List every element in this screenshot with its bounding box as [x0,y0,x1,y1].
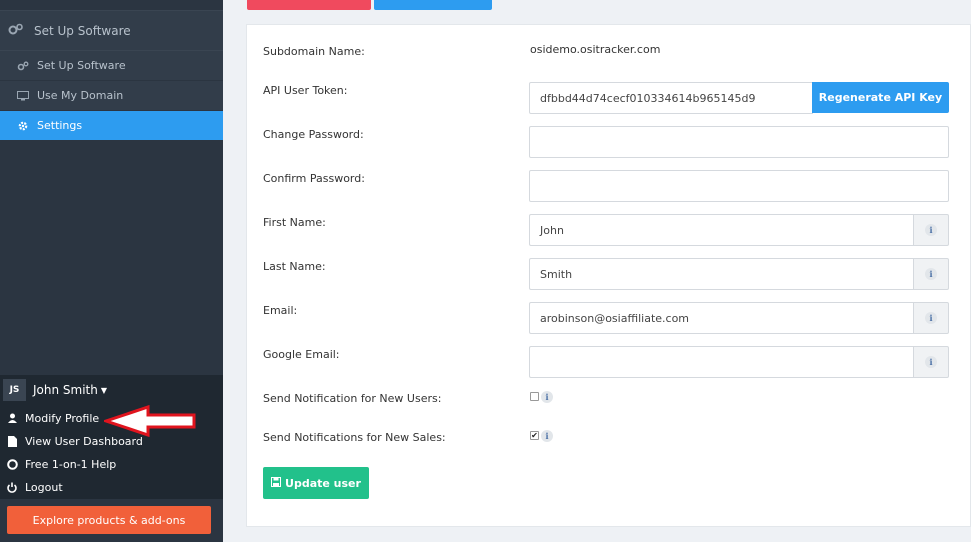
user-icon [5,413,19,423]
info-icon: i [925,312,937,324]
sidebar-section-label: Set Up Software [34,23,131,38]
info-icon[interactable]: i [541,391,553,403]
annotation-arrow-icon [104,405,196,437]
monitor-icon [16,90,30,101]
change-password-label: Change Password: [263,128,364,141]
email-field[interactable]: arobinson@osiaffiliate.com [529,302,913,334]
first-name-field[interactable]: John [529,214,913,246]
sidebar: Set Up Software Set Up Software Use My D… [0,0,223,542]
modify-profile-link[interactable]: Modify Profile [5,409,99,427]
update-user-button[interactable]: Update user [263,467,369,499]
sidebar-item-settings[interactable]: Settings [0,111,223,141]
email-info-addon[interactable]: i [913,302,949,334]
user-dropdown[interactable]: JS John Smith ▼ [3,379,107,401]
menu-item-label: Modify Profile [25,411,100,425]
subdomain-label: Subdomain Name: [263,45,365,58]
change-password-field[interactable] [529,126,949,158]
last-name-label: Last Name: [263,260,326,273]
update-user-label: Update user [285,476,361,490]
regenerate-api-key-button[interactable]: Regenerate API Key [812,82,949,113]
notify-new-sales-label: Send Notifications for New Sales: [263,431,446,444]
free-help-link[interactable]: Free 1-on-1 Help [5,455,116,473]
google-email-info-addon[interactable]: i [913,346,949,378]
google-email-label: Google Email: [263,348,340,361]
notify-new-users-label: Send Notification for New Users: [263,392,442,405]
document-icon [5,435,19,447]
menu-item-label: Logout [25,480,63,494]
last-name-info-addon[interactable]: i [913,258,949,290]
subdomain-value: osidemo.ositracker.com [530,43,661,56]
gears-icon [16,61,30,71]
avatar: JS [3,379,26,401]
info-icon: i [925,268,937,280]
gear-icon [16,121,30,131]
sidebar-item-set-up-software[interactable]: Set Up Software [0,51,223,81]
email-label: Email: [263,304,298,317]
api-token-label: API User Token: [263,84,348,97]
google-email-field[interactable] [529,346,913,378]
info-icon: i [925,356,937,368]
top-blue-button[interactable] [374,0,492,10]
user-settings-panel: Subdomain Name: osidemo.ositracker.com A… [246,24,971,527]
info-icon[interactable]: i [541,430,553,442]
user-menu: JS John Smith ▼ Modify Profile View User… [0,375,223,499]
top-red-button[interactable] [247,0,371,10]
first-name-label: First Name: [263,216,326,229]
gears-icon [8,23,26,38]
lifebuoy-icon [5,458,19,470]
info-icon: i [925,224,937,236]
last-name-field[interactable]: Smith [529,258,913,290]
sidebar-item-use-my-domain[interactable]: Use My Domain [0,81,223,111]
sidebar-item-label: Settings [37,119,83,132]
user-name: John Smith [33,383,98,397]
chevron-down-icon: ▼ [100,385,108,395]
sidebar-item-label: Set Up Software [37,59,126,72]
logout-link[interactable]: Logout [5,478,63,496]
explore-products-button[interactable]: Explore products & add-ons [7,506,211,534]
sidebar-section-setup[interactable]: Set Up Software [0,10,223,51]
notify-new-users-checkbox[interactable] [530,392,539,401]
power-icon [5,482,19,493]
first-name-info-addon[interactable]: i [913,214,949,246]
confirm-password-field[interactable] [529,170,949,202]
notify-new-sales-checkbox[interactable]: ✔ [530,431,539,440]
confirm-password-label: Confirm Password: [263,172,365,185]
save-icon [271,476,282,490]
api-token-field[interactable]: dfbbd44d74cecf010334614b965145d9 [529,82,813,114]
sidebar-item-label: Use My Domain [37,89,124,102]
menu-item-label: Free 1-on-1 Help [25,457,117,471]
